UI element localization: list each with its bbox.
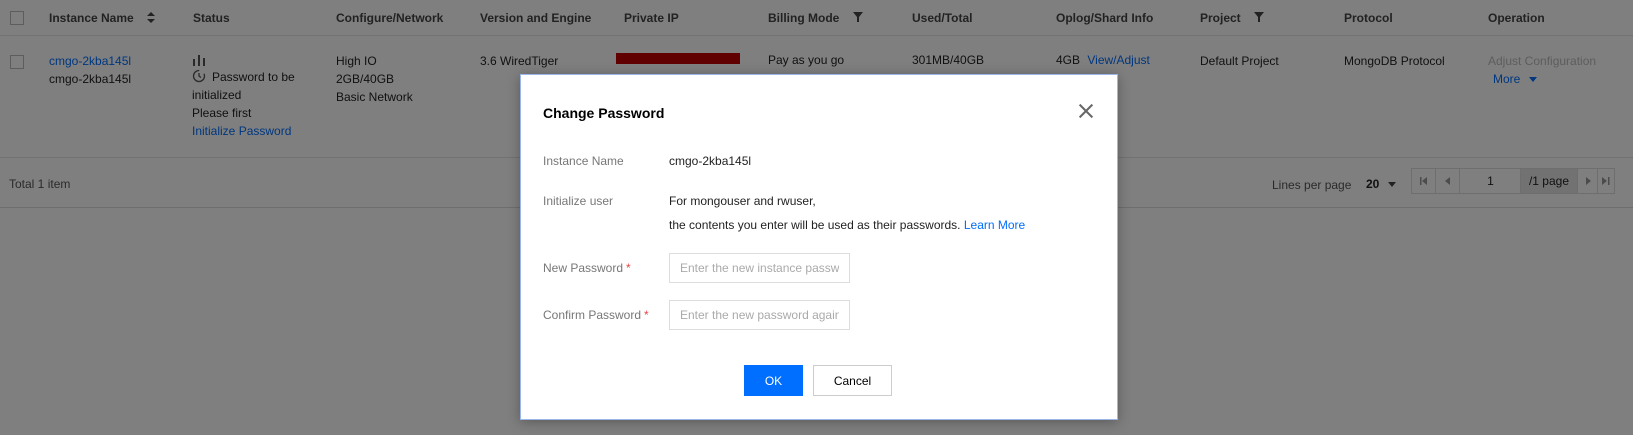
required-mark: * [626, 261, 631, 275]
init-user-line1: For mongouser and rwuser, [669, 194, 816, 208]
required-mark: * [644, 308, 649, 322]
instance-name-label: Instance Name [543, 154, 624, 168]
ok-button[interactable]: OK [744, 365, 803, 396]
confirm-password-label: Confirm Password * [543, 308, 649, 322]
dialog-title: Change Password [543, 105, 665, 121]
new-password-label: New Password * [543, 261, 631, 275]
learn-more-link[interactable]: Learn More [964, 218, 1025, 232]
new-password-input[interactable] [669, 253, 850, 283]
cancel-button[interactable]: Cancel [813, 365, 892, 396]
instance-name-value: cmgo-2kba145l [669, 154, 752, 168]
change-password-dialog: Change Password Instance Name cmgo-2kba1… [520, 74, 1118, 420]
close-icon[interactable] [1078, 103, 1094, 119]
init-user-line2: the contents you enter will be used as t… [669, 218, 1026, 232]
confirm-password-input[interactable] [669, 300, 850, 330]
init-user-label: Initialize user [543, 194, 614, 208]
